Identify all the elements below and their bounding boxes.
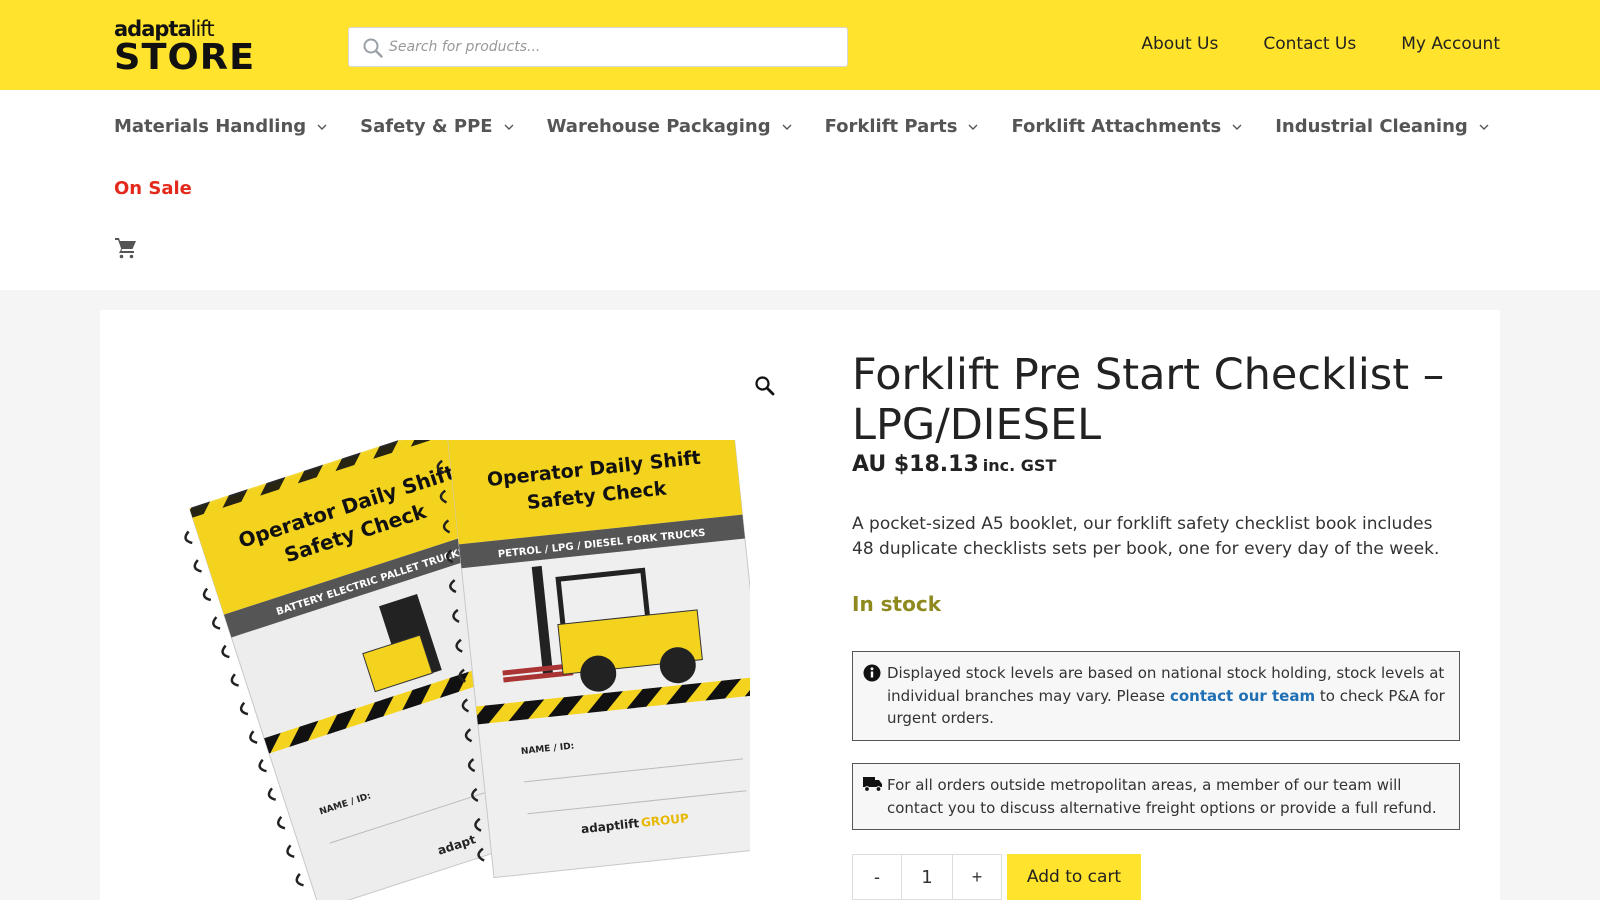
- search-box[interactable]: [348, 27, 848, 67]
- truck-icon: [863, 777, 882, 792]
- product-image[interactable]: Operator Daily Shift Safety Check BATTER…: [170, 440, 750, 900]
- chevron-down-icon: [968, 124, 978, 130]
- chevron-down-icon: [504, 124, 514, 130]
- chevron-down-icon: [1232, 124, 1242, 130]
- quantity-stepper: - +: [852, 854, 1002, 900]
- cart-icon[interactable]: [114, 236, 138, 260]
- search-icon: [363, 38, 383, 58]
- nav-item-forklift-attachments[interactable]: Forklift Attachments: [1011, 116, 1243, 137]
- my-account-link[interactable]: My Account: [1401, 34, 1500, 54]
- product-description: A pocket-sized A5 booklet, our forklift …: [852, 514, 1440, 559]
- freight-notice-text: For all orders outside metropolitan area…: [887, 776, 1437, 817]
- nav-item-label: Industrial Cleaning: [1275, 116, 1468, 137]
- about-us-link[interactable]: About Us: [1141, 34, 1218, 54]
- top-links: About Us Contact Us My Account: [1141, 34, 1500, 54]
- nav-item-on-sale[interactable]: On Sale: [114, 178, 192, 199]
- nav-category-row: Materials Handling Safety & PPE Warehous…: [114, 116, 1522, 137]
- quantity-increase-button[interactable]: +: [952, 854, 1002, 900]
- nav-item-forklift-parts[interactable]: Forklift Parts: [825, 116, 980, 137]
- stock-status: In stock: [852, 592, 942, 616]
- checklist-books-illustration: Operator Daily Shift Safety Check BATTER…: [184, 440, 750, 900]
- quantity-input[interactable]: [902, 854, 952, 900]
- chevron-down-icon: [1479, 124, 1489, 130]
- price-amount: AU $18.13: [852, 452, 979, 477]
- price-gst-suffix: inc. GST: [982, 456, 1057, 475]
- add-to-cart-button[interactable]: Add to cart: [1007, 854, 1141, 900]
- product-title: Forklift Pre Start Checklist – LPG/DIESE…: [852, 350, 1445, 450]
- nav-item-industrial-cleaning[interactable]: Industrial Cleaning: [1275, 116, 1490, 137]
- nav-item-label: Forklift Attachments: [1011, 116, 1222, 137]
- nav-item-label: Warehouse Packaging: [546, 116, 771, 137]
- contact-us-link[interactable]: Contact Us: [1263, 34, 1356, 54]
- contact-our-team-link[interactable]: contact our team: [1170, 687, 1315, 705]
- nav-item-safety-ppe[interactable]: Safety & PPE: [360, 116, 514, 137]
- chevron-down-icon: [782, 124, 792, 130]
- info-icon: [863, 664, 881, 682]
- stock-level-notice: Displayed stock levels are based on nati…: [852, 651, 1460, 741]
- nav-item-materials-handling[interactable]: Materials Handling: [114, 116, 328, 137]
- logo-store-text: STORE: [114, 37, 256, 78]
- top-header: adaptalift STORE About Us Contact Us My …: [0, 0, 1600, 90]
- nav-item-warehouse-packaging[interactable]: Warehouse Packaging: [547, 116, 793, 137]
- quantity-decrease-button[interactable]: -: [852, 854, 902, 900]
- store-logo[interactable]: adaptalift STORE: [114, 18, 254, 76]
- nav-item-label: Forklift Parts: [824, 116, 958, 137]
- freight-notice: For all orders outside metropolitan area…: [852, 763, 1460, 830]
- nav-item-label: Materials Handling: [114, 116, 307, 137]
- search-input[interactable]: [389, 28, 829, 66]
- nav-item-label: Safety & PPE: [360, 116, 493, 137]
- zoom-magnifier-icon[interactable]: [754, 375, 776, 397]
- main-navigation: Materials Handling Safety & PPE Warehous…: [0, 90, 1600, 290]
- product-price: AU $18.13 inc. GST: [852, 452, 1056, 477]
- chevron-down-icon: [317, 124, 327, 130]
